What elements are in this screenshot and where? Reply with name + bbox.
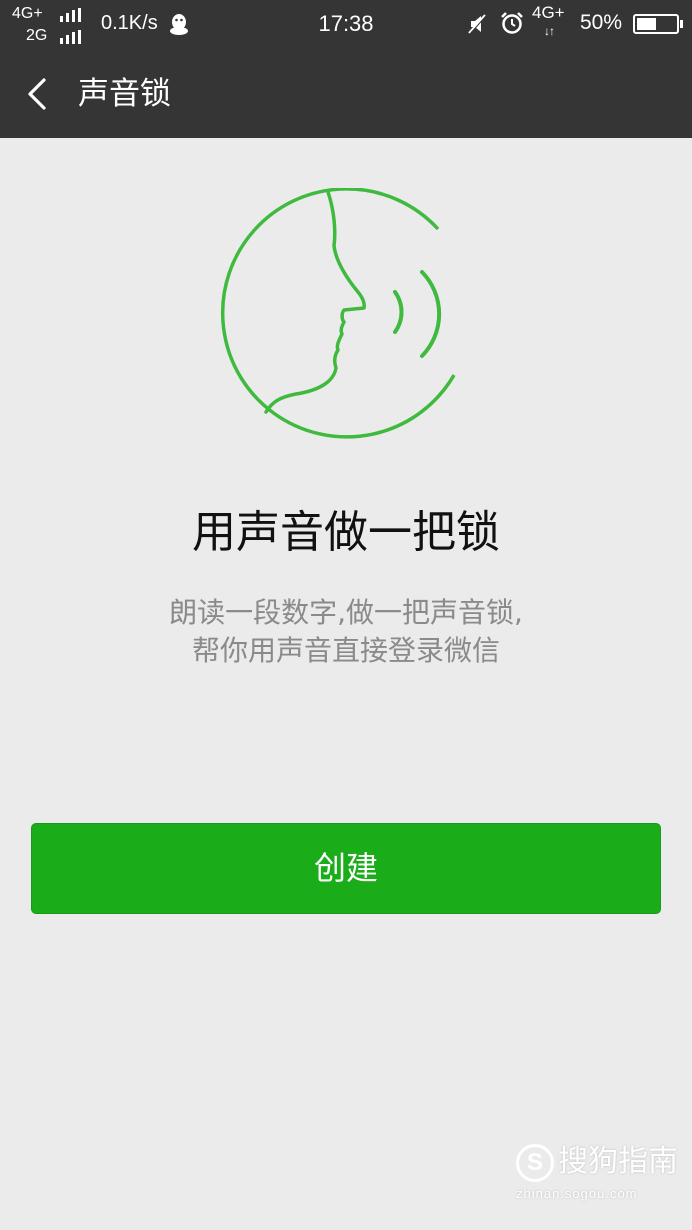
mute-icon	[468, 14, 487, 35]
description: 朗读一段数字,做一把声音锁, 帮你用声音直接登录微信	[0, 594, 692, 670]
status-bar: 4G+ 2G 0.1K/s 17:38 4G+ ↓↑ 50%	[0, 0, 692, 50]
data-activity-arrows: ↓↑	[544, 24, 555, 38]
alarm-icon	[501, 12, 523, 34]
watermark-name: 搜狗指南	[558, 1144, 678, 1179]
navigation-bar: 声音锁	[0, 50, 692, 138]
create-button[interactable]: 创建	[31, 823, 661, 914]
headline: 用声音做一把锁	[192, 507, 500, 558]
watermark: S 搜狗指南 zhinan.sogou.com	[512, 1138, 682, 1208]
page-title: 声音锁	[78, 76, 171, 112]
data-network-label: 4G+	[532, 3, 565, 22]
description-line-2: 帮你用声音直接登录微信	[191, 634, 500, 667]
battery-percentage: 50%	[580, 11, 623, 34]
voice-face-icon	[221, 188, 456, 439]
description-line-1: 朗读一段数字,做一把声音锁,	[169, 596, 523, 629]
sogou-logo-icon: S	[516, 1144, 554, 1182]
chevron-left-icon[interactable]	[18, 72, 58, 116]
watermark-domain: zhinan.sogou.com	[516, 1186, 638, 1201]
battery-icon	[633, 14, 683, 34]
battery-level-fill	[637, 18, 656, 30]
